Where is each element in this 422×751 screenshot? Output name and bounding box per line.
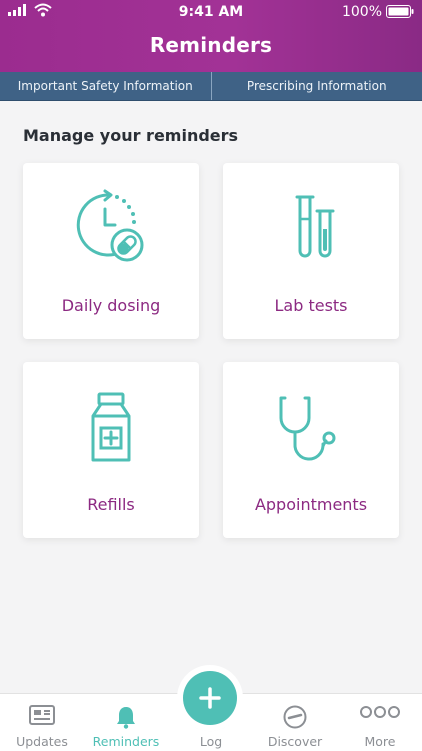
- medicine-bottle-icon: [71, 388, 151, 468]
- bell-icon: [115, 705, 137, 729]
- tab-updates-label: Updates: [0, 734, 84, 749]
- newspaper-icon: [29, 705, 55, 725]
- tab-more[interactable]: More: [338, 694, 422, 751]
- tab-log-label: Log: [169, 734, 253, 749]
- stethoscope-icon: [271, 388, 351, 468]
- prescribing-info-link[interactable]: Prescribing Information: [212, 72, 422, 100]
- daily-dosing-card[interactable]: Daily dosing: [23, 163, 199, 339]
- plus-icon: [198, 686, 222, 710]
- app-header: 9:41 AM 100% Reminders: [0, 0, 422, 72]
- section-title: Manage your reminders: [23, 126, 238, 145]
- lab-tests-card[interactable]: Lab tests: [223, 163, 399, 339]
- appointments-card[interactable]: Appointments: [223, 362, 399, 538]
- refills-label: Refills: [23, 495, 199, 514]
- test-tubes-icon: [271, 189, 351, 269]
- tab-discover[interactable]: Discover: [253, 694, 337, 751]
- tab-discover-label: Discover: [253, 734, 337, 749]
- status-bar: 9:41 AM 100%: [0, 0, 422, 24]
- add-log-button[interactable]: [183, 671, 237, 725]
- appointments-label: Appointments: [223, 495, 399, 514]
- compass-icon: [283, 705, 307, 729]
- important-safety-info-link[interactable]: Important Safety Information: [0, 72, 212, 100]
- tab-updates[interactable]: Updates: [0, 694, 84, 751]
- refills-card[interactable]: Refills: [23, 362, 199, 538]
- page-title: Reminders: [0, 33, 422, 57]
- lab-tests-label: Lab tests: [223, 296, 399, 315]
- battery-percent: 100%: [342, 4, 382, 20]
- clock-pill-icon: [71, 189, 151, 269]
- info-links-bar: Important Safety Information Prescribing…: [0, 72, 422, 101]
- battery-icon: [386, 5, 414, 18]
- tab-more-label: More: [338, 734, 422, 749]
- tab-reminders[interactable]: Reminders: [84, 694, 168, 751]
- daily-dosing-label: Daily dosing: [23, 296, 199, 315]
- more-dots-icon: [359, 705, 401, 719]
- tab-reminders-label: Reminders: [84, 734, 168, 749]
